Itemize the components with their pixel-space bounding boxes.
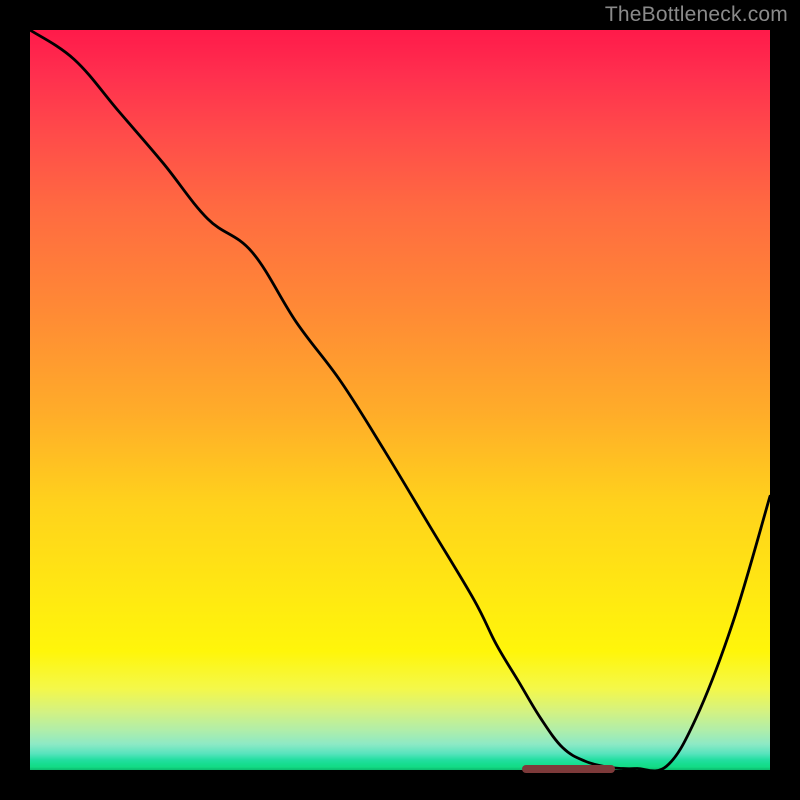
- bottleneck-curve-svg: [30, 30, 770, 770]
- minimum-marker: [522, 765, 615, 773]
- watermark-text: TheBottleneck.com: [605, 3, 788, 27]
- plot-area: [30, 30, 770, 770]
- chart-container: TheBottleneck.com: [0, 0, 800, 800]
- bottleneck-curve-path: [30, 30, 770, 771]
